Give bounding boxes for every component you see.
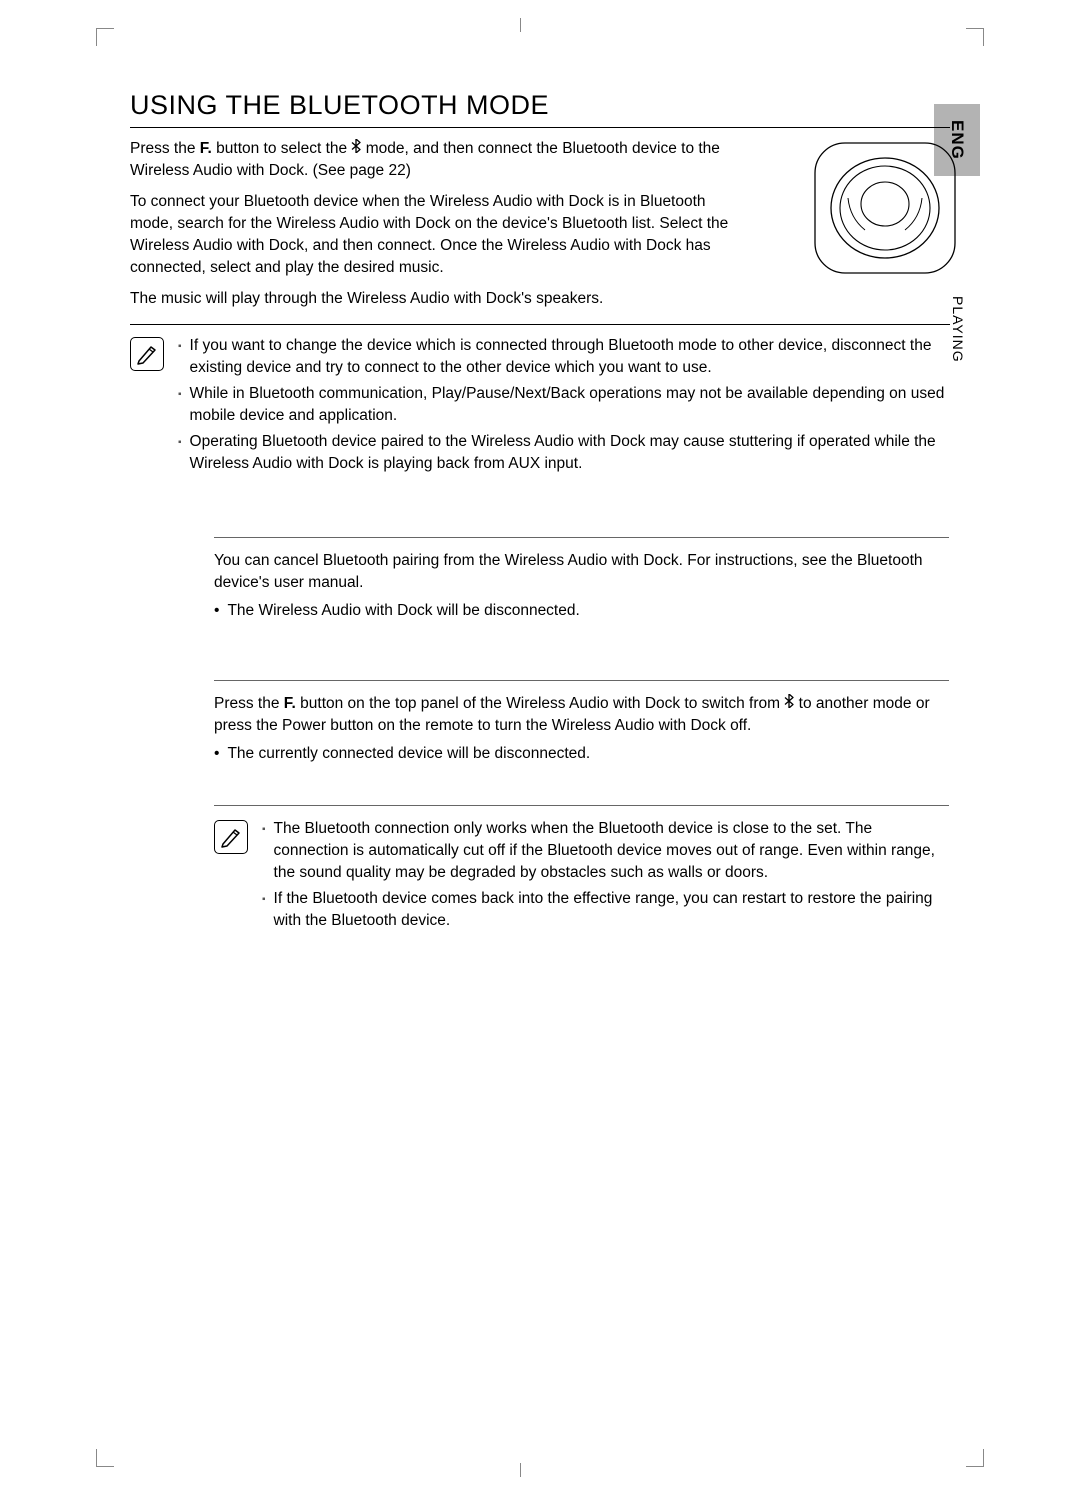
text: Press the xyxy=(214,695,284,712)
note-item: If you want to change the device which i… xyxy=(178,335,950,379)
text: The Bluetooth connection only works when… xyxy=(274,818,949,884)
f-button-label: F. xyxy=(284,695,296,712)
text: Operating Bluetooth device paired to the… xyxy=(190,431,950,475)
text: button on the top panel of the Wireless … xyxy=(296,695,785,712)
text: You can cancel Bluetooth pairing from th… xyxy=(214,552,923,591)
text: If you want to change the device which i… xyxy=(190,335,950,379)
subsection-body: You can cancel Bluetooth pairing from th… xyxy=(214,550,949,622)
divider xyxy=(214,537,949,538)
note-item: Operating Bluetooth device paired to the… xyxy=(178,431,950,475)
bullet-item: The Wireless Audio with Dock will be dis… xyxy=(214,600,949,622)
note-icon xyxy=(214,820,248,854)
intro-p1: Press the F. button to select the mode, … xyxy=(130,138,750,181)
intro-p3: The music will play through the Wireless… xyxy=(130,288,850,310)
divider xyxy=(214,680,949,681)
note-item: The Bluetooth connection only works when… xyxy=(262,818,949,884)
divider xyxy=(130,324,950,325)
crop-mark xyxy=(966,28,984,46)
text: button to select the xyxy=(212,140,352,157)
note-block-1: If you want to change the device which i… xyxy=(130,335,950,479)
text: The currently connected device will be d… xyxy=(227,743,590,765)
bluetooth-icon xyxy=(784,693,794,715)
f-button-label: F. xyxy=(200,140,212,157)
subsection-body: Press the F. button on the top panel of … xyxy=(214,693,949,765)
crop-mark xyxy=(520,18,521,32)
crop-mark xyxy=(966,1449,984,1467)
subsection-heading xyxy=(214,509,949,529)
bluetooth-icon xyxy=(351,138,361,160)
note-item: While in Bluetooth communication, Play/P… xyxy=(178,383,950,427)
speaker-diagram xyxy=(810,138,960,278)
page-content: USING THE BLUETOOTH MODE Press the F. bu… xyxy=(130,90,950,936)
note-item: If the Bluetooth device comes back into … xyxy=(262,888,949,932)
crop-mark xyxy=(96,1449,114,1467)
note-list-2: The Bluetooth connection only works when… xyxy=(262,818,949,936)
note-block-2: The Bluetooth connection only works when… xyxy=(214,805,949,936)
intro-text: Press the F. button to select the mode, … xyxy=(130,138,750,310)
note-list-1: If you want to change the device which i… xyxy=(178,335,950,479)
page-title: USING THE BLUETOOTH MODE xyxy=(130,90,950,128)
subsection-heading xyxy=(214,652,949,672)
crop-mark xyxy=(96,28,114,46)
divider xyxy=(214,805,949,806)
note-icon xyxy=(130,337,164,371)
bullet-item: The currently connected device will be d… xyxy=(214,743,949,765)
crop-mark xyxy=(520,1463,521,1477)
section-side-label: PLAYING xyxy=(950,296,966,363)
text: If the Bluetooth device comes back into … xyxy=(274,888,949,932)
subsection-1: You can cancel Bluetooth pairing from th… xyxy=(214,509,949,622)
text: The Wireless Audio with Dock will be dis… xyxy=(227,600,579,622)
intro-p2: To connect your Bluetooth device when th… xyxy=(130,191,750,278)
subsection-2: Press the F. button on the top panel of … xyxy=(214,652,949,765)
text: While in Bluetooth communication, Play/P… xyxy=(190,383,950,427)
text: Press the xyxy=(130,140,200,157)
